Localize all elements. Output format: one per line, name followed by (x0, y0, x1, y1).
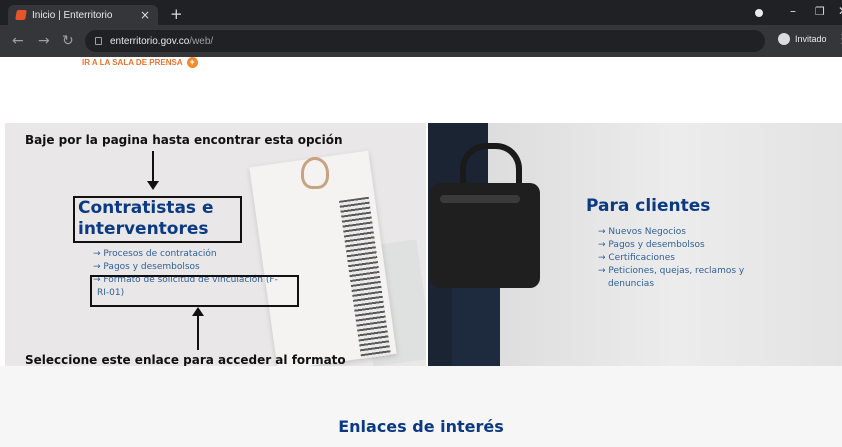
profile-label: Invitado (795, 34, 827, 44)
back-arrow-icon[interactable]: ← (12, 33, 24, 49)
new-tab-button[interactable]: + (170, 5, 183, 23)
annotation-select-link: Seleccione este enlace para acceder al f… (25, 353, 346, 366)
arrow-up-icon (197, 315, 199, 350)
record-icon[interactable] (755, 9, 763, 17)
link-procesos-contratacion[interactable]: → Procesos de contratación (93, 248, 278, 261)
plus-circle-icon: + (186, 57, 198, 68)
url-text: enterritorio.gov.co/web/ (110, 35, 214, 47)
link-pqr[interactable]: → Peticiones, quejas, reclamos y (598, 265, 744, 278)
forward-arrow-icon[interactable]: → (38, 33, 50, 49)
profile-button[interactable]: Invitado (778, 33, 827, 45)
clients-title[interactable]: Para clientes (586, 196, 710, 216)
reload-icon[interactable]: ↻ (62, 33, 74, 49)
contractors-title[interactable]: Contratistas e interventores (78, 198, 213, 240)
restore-icon[interactable]: ❐ (815, 5, 825, 18)
link-pagos-desembolsos-clientes[interactable]: → Pagos y desembolsos (598, 239, 744, 252)
minimize-icon[interactable]: – (790, 4, 796, 18)
profile-avatar-icon (778, 33, 790, 45)
highlight-box-link (90, 275, 299, 307)
link-pagos-desembolsos[interactable]: → Pagos y desembolsos (93, 261, 278, 274)
site-favicon-icon (15, 10, 27, 20)
arrow-down-head-icon (147, 181, 159, 190)
annotation-scroll-instruction: Baje por la pagina hasta encontrar esta … (25, 133, 343, 147)
browser-tab-bar: Inicio | Enterritorio × + – ❐ ✕ (0, 0, 842, 25)
address-bar[interactable]: enterritorio.gov.co/web/ (85, 30, 765, 52)
links-of-interest-heading: Enlaces de interés (338, 417, 504, 436)
press-room-link[interactable]: IR A LA SALA DE PRENSA + (82, 57, 198, 68)
link-nuevos-negocios[interactable]: → Nuevos Negocios (598, 226, 744, 239)
link-pqr-cont[interactable]: denuncias (598, 278, 744, 291)
link-certificaciones[interactable]: → Certificaciones (598, 252, 744, 265)
browser-tab[interactable]: Inicio | Enterritorio × (8, 5, 158, 25)
lock-icon (95, 37, 102, 45)
browser-toolbar: ← → ↻ enterritorio.gov.co/web/ Invitado … (0, 25, 842, 57)
close-window-icon[interactable]: ✕ (838, 4, 842, 18)
clients-panel: Para clientes → Nuevos Negocios → Pagos … (428, 123, 842, 366)
briefcase-zipper-image (440, 195, 520, 203)
tab-title: Inicio | Enterritorio (32, 9, 113, 21)
contractors-panel: Baje por la pagina hasta encontrar esta … (5, 123, 426, 366)
paper-clip-image (301, 157, 329, 189)
press-room-label: IR A LA SALA DE PRENSA (82, 58, 183, 67)
clients-links: → Nuevos Negocios → Pagos y desembolsos … (598, 226, 744, 291)
browser-menu-icon[interactable]: ⋮ (836, 32, 842, 47)
tab-close-icon[interactable]: × (140, 8, 150, 22)
arrow-down-icon (152, 151, 154, 185)
